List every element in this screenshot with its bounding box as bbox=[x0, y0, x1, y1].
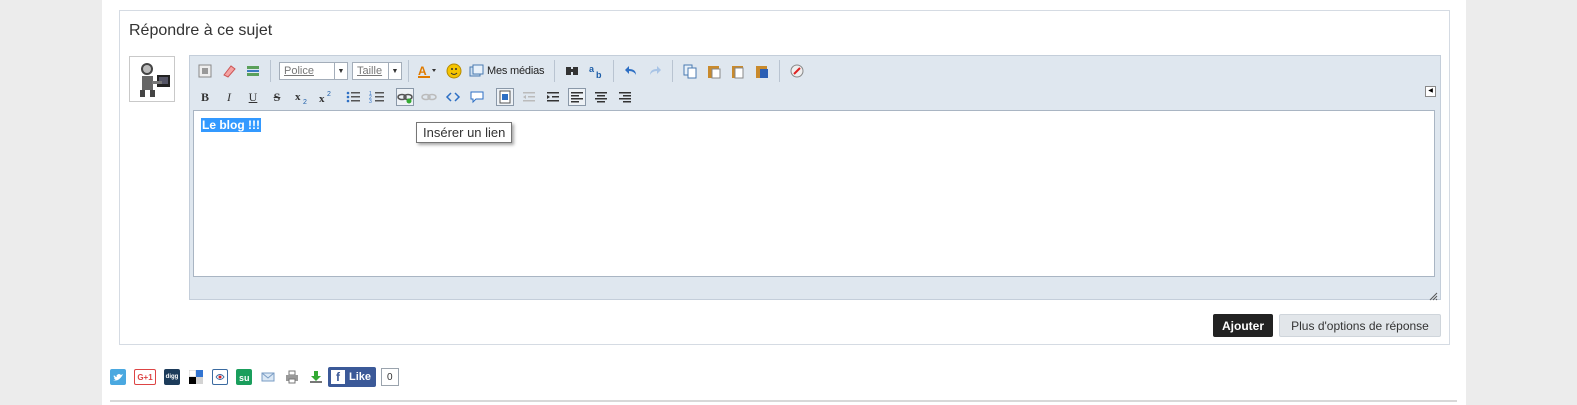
svg-text:3: 3 bbox=[369, 99, 372, 105]
delicious-icon[interactable] bbox=[188, 369, 204, 385]
google-plus-icon[interactable]: G+1 bbox=[134, 369, 156, 385]
toolbar-separator bbox=[613, 60, 615, 82]
spellcheck-icon[interactable] bbox=[788, 62, 806, 80]
link-icon[interactable] bbox=[396, 88, 414, 106]
numbered-list-icon[interactable]: 123 bbox=[368, 88, 386, 106]
subscript-icon[interactable]: x2 bbox=[292, 88, 310, 106]
strikethrough-button[interactable]: S bbox=[268, 88, 286, 106]
toolbar-row-2: B I U S x2 x2 123 bbox=[196, 86, 640, 108]
svg-text:su: su bbox=[239, 373, 250, 383]
toolbar-separator bbox=[408, 60, 409, 82]
smiley-icon[interactable] bbox=[445, 62, 463, 80]
download-icon[interactable] bbox=[308, 369, 324, 385]
font-size-select[interactable]: Taille ▼ bbox=[352, 62, 402, 80]
spoiler-icon[interactable] bbox=[496, 88, 514, 106]
chevron-down-icon: ▼ bbox=[334, 63, 347, 79]
toolbar-row-1: Police ▼ Taille ▼ A Mes médias a b bbox=[196, 60, 812, 82]
facebook-like-count: 0 bbox=[381, 368, 399, 386]
reply-panel: Répondre à ce sujet Police ▼ Taille ▼ A … bbox=[119, 10, 1450, 345]
indent-icon[interactable] bbox=[544, 88, 562, 106]
quote-icon[interactable] bbox=[468, 88, 486, 106]
replace-icon[interactable]: ab bbox=[587, 62, 605, 80]
paste-word-icon[interactable] bbox=[753, 62, 771, 80]
rich-text-editor: Police ▼ Taille ▼ A Mes médias a b B I U… bbox=[189, 55, 1441, 301]
find-icon[interactable] bbox=[563, 62, 581, 80]
horizontal-rule-icon[interactable] bbox=[244, 62, 262, 80]
svg-text:a: a bbox=[589, 64, 595, 74]
code-icon[interactable] bbox=[444, 88, 462, 106]
toolbar-separator bbox=[554, 60, 556, 82]
outdent-icon[interactable] bbox=[520, 88, 538, 106]
facebook-like-label: Like bbox=[349, 371, 372, 383]
redo-icon[interactable] bbox=[646, 62, 664, 80]
font-family-select[interactable]: Police ▼ bbox=[279, 62, 348, 80]
svg-text:b: b bbox=[596, 70, 602, 79]
copy-icon[interactable] bbox=[681, 62, 699, 80]
svg-text:2: 2 bbox=[327, 91, 331, 98]
align-left-icon[interactable] bbox=[568, 88, 586, 106]
bold-button[interactable]: B bbox=[196, 88, 214, 106]
align-right-icon[interactable] bbox=[616, 88, 634, 106]
digg-icon[interactable]: digg bbox=[164, 369, 180, 385]
text-color-icon[interactable]: A bbox=[417, 62, 439, 80]
bulleted-list-icon[interactable] bbox=[344, 88, 362, 106]
selected-text: Le blog !!! bbox=[201, 118, 261, 132]
superscript-icon[interactable]: x2 bbox=[316, 88, 334, 106]
unlink-icon[interactable] bbox=[420, 88, 438, 106]
editor-text-area[interactable]: Le blog !!! Insérer un lien bbox=[193, 110, 1435, 277]
svg-text:2: 2 bbox=[303, 99, 307, 105]
submit-button[interactable]: Ajouter bbox=[1213, 314, 1273, 337]
svg-text:A: A bbox=[418, 64, 427, 78]
media-icon bbox=[469, 64, 484, 77]
paste-text-icon[interactable] bbox=[729, 62, 747, 80]
bookmark-icon[interactable] bbox=[212, 369, 228, 385]
email-icon[interactable] bbox=[260, 369, 276, 385]
font-size-value: Taille bbox=[357, 65, 383, 77]
font-family-value: Police bbox=[284, 65, 314, 77]
svg-text:x: x bbox=[295, 91, 301, 103]
media-label: Mes médias bbox=[487, 65, 545, 77]
print-icon[interactable] bbox=[284, 369, 300, 385]
share-bar: G+1 digg su f Like 0 bbox=[110, 366, 399, 388]
svg-text:x: x bbox=[319, 93, 325, 105]
user-avatar bbox=[129, 56, 175, 102]
media-button[interactable]: Mes médias bbox=[469, 64, 545, 78]
facebook-like-button[interactable]: f Like bbox=[328, 367, 377, 387]
undo-icon[interactable] bbox=[622, 62, 640, 80]
toolbar-separator bbox=[779, 60, 781, 82]
align-center-icon[interactable] bbox=[592, 88, 610, 106]
toolbar-collapse-icon[interactable]: ◀ bbox=[1425, 86, 1436, 97]
more-options-button[interactable]: Plus d'options de réponse bbox=[1279, 314, 1441, 337]
chevron-down-icon: ▼ bbox=[388, 63, 401, 79]
reply-title: Répondre à ce sujet bbox=[129, 22, 273, 39]
source-icon[interactable] bbox=[196, 62, 214, 80]
paste-icon[interactable] bbox=[705, 62, 723, 80]
underline-button[interactable]: U bbox=[244, 88, 262, 106]
toolbar-separator bbox=[270, 60, 271, 82]
toolbar-separator bbox=[672, 60, 674, 82]
divider bbox=[110, 400, 1457, 402]
page-content: Répondre à ce sujet Police ▼ Taille ▼ A … bbox=[102, 0, 1466, 405]
stumbleupon-icon[interactable]: su bbox=[236, 369, 252, 385]
twitter-icon[interactable] bbox=[110, 369, 126, 385]
resize-grip-icon[interactable] bbox=[1429, 288, 1438, 301]
insert-link-tooltip: Insérer un lien bbox=[416, 122, 513, 143]
facebook-icon: f bbox=[331, 370, 345, 384]
eraser-icon[interactable] bbox=[220, 62, 238, 80]
italic-button[interactable]: I bbox=[220, 88, 238, 106]
